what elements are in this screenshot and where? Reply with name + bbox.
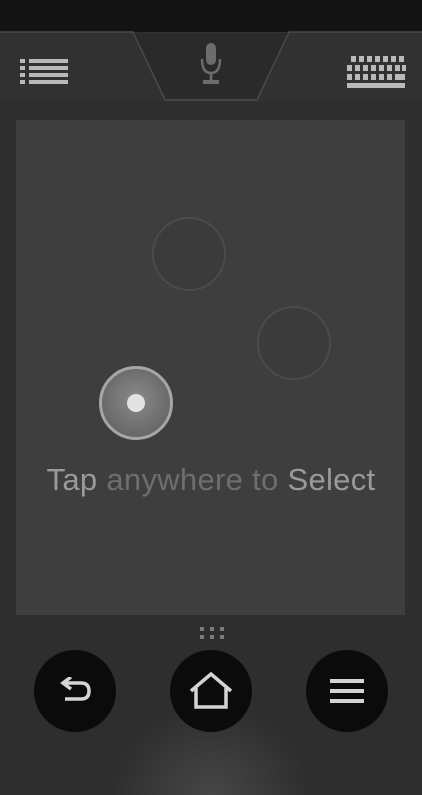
voice-search-button[interactable]: [187, 38, 235, 90]
back-button[interactable]: [34, 650, 116, 732]
microphone-icon: [200, 43, 222, 84]
list-icon: [20, 59, 68, 84]
menu-button[interactable]: [306, 650, 388, 732]
menu-icon: [330, 679, 364, 703]
home-button[interactable]: [170, 650, 252, 732]
touchpad-area[interactable]: [16, 120, 405, 615]
touchpad-hint: Tap anywhere to Select: [0, 462, 422, 498]
hint-select: Select: [287, 462, 376, 497]
hint-tap: Tap: [46, 462, 98, 497]
keyboard-button[interactable]: [342, 52, 410, 92]
back-arrow-icon: [60, 677, 91, 701]
status-bar: [0, 0, 422, 32]
drag-handle-icon[interactable]: [199, 626, 225, 640]
touch-ripple: [257, 306, 331, 380]
list-button[interactable]: [16, 52, 72, 92]
touch-ripple: [152, 217, 226, 291]
touch-cursor-center: [127, 394, 145, 412]
hint-anywhere-to: anywhere to: [106, 462, 279, 497]
home-icon: [189, 671, 233, 709]
keyboard-icon: [347, 56, 406, 88]
touch-cursor: [99, 366, 173, 440]
